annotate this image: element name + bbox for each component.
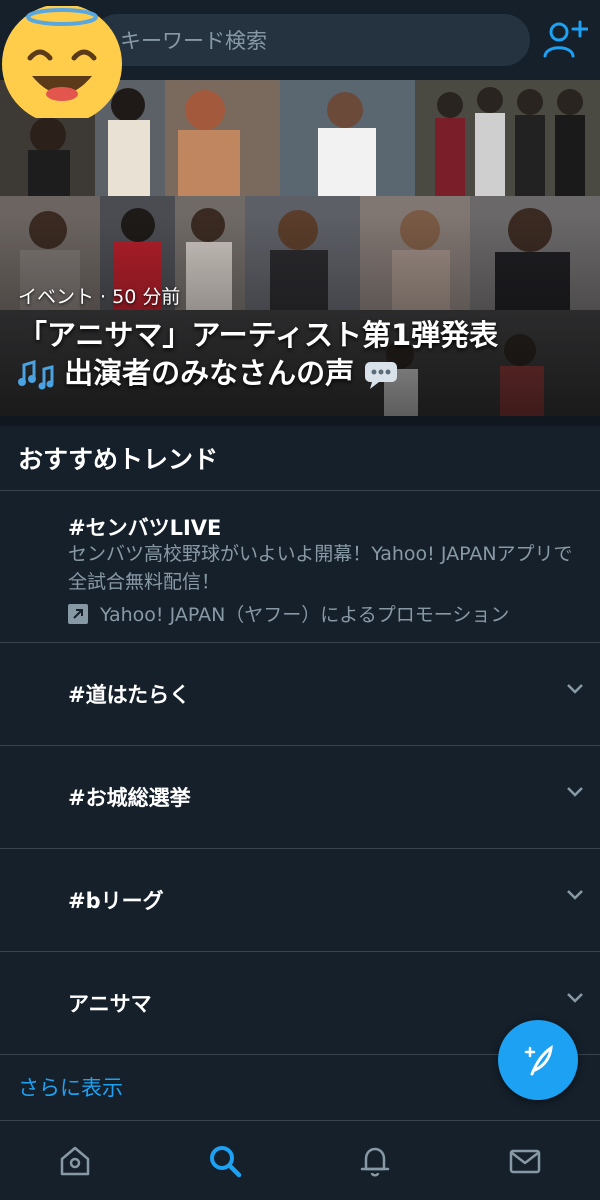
section-separator <box>0 416 600 426</box>
avatar[interactable] <box>0 6 124 118</box>
event-title-line2: 出演者のみなさんの声 <box>64 356 355 390</box>
search-icon[interactable] <box>205 1141 245 1181</box>
notifications-icon[interactable] <box>355 1141 395 1181</box>
promoted-trend-description: センバツ高校野球がいよいよ開幕！Yahoo! JAPANアプリで全試合無料配信！ <box>68 543 573 593</box>
trend-item[interactable]: #bリーグ <box>0 849 600 951</box>
speech-bubble-icon <box>364 356 398 390</box>
search-placeholder: キーワード検索 <box>120 29 267 53</box>
trends-heading: おすすめトレンド <box>18 445 219 474</box>
show-more-link[interactable]: さらに表示 <box>18 1072 123 1102</box>
home-icon[interactable] <box>55 1141 95 1181</box>
promoted-trend-tag[interactable]: #センバツLIVE <box>68 512 221 542</box>
chevron-down-icon[interactable] <box>566 889 584 901</box>
trend-item[interactable]: #お城総選挙 <box>0 746 600 848</box>
compose-tweet-button[interactable] <box>498 1020 578 1100</box>
add-user-icon[interactable] <box>542 18 588 60</box>
music-notes-icon <box>18 356 64 390</box>
event-title-line1: 「アニサマ」アーティスト第1弾発表 <box>18 318 499 352</box>
bottom-nav <box>0 1120 600 1200</box>
chevron-down-icon[interactable] <box>566 786 584 798</box>
event-title: 「アニサマ」アーティスト第1弾発表 出演者のみなさんの声 <box>18 316 588 392</box>
chevron-down-icon[interactable] <box>566 683 584 695</box>
event-hero-card[interactable]: イベント · 50 分前 「アニサマ」アーティスト第1弾発表 出演者のみなさんの… <box>0 80 600 416</box>
promoted-by-line: Yahoo! JAPAN（ヤフー）によるプロモーション <box>68 600 509 627</box>
event-meta: イベント · 50 分前 <box>18 286 181 308</box>
promoted-by-text: Yahoo! JAPAN（ヤフー）によるプロモーション <box>100 604 510 626</box>
search-input[interactable]: キーワード検索 <box>92 14 530 66</box>
promoted-icon <box>68 603 88 624</box>
trend-label[interactable]: アニサマ <box>68 988 152 1018</box>
compose-feather-icon <box>524 1044 553 1076</box>
trend-label[interactable]: #お城総選挙 <box>68 782 191 812</box>
trend-item[interactable]: #道はたらく <box>0 643 600 745</box>
messages-icon[interactable] <box>505 1141 545 1181</box>
event-title-line2-wrap: 出演者のみなさんの声 <box>18 354 588 392</box>
trend-label[interactable]: #bリーグ <box>68 885 164 915</box>
chevron-down-icon[interactable] <box>566 992 584 1004</box>
trend-label[interactable]: #道はたらく <box>68 679 190 709</box>
